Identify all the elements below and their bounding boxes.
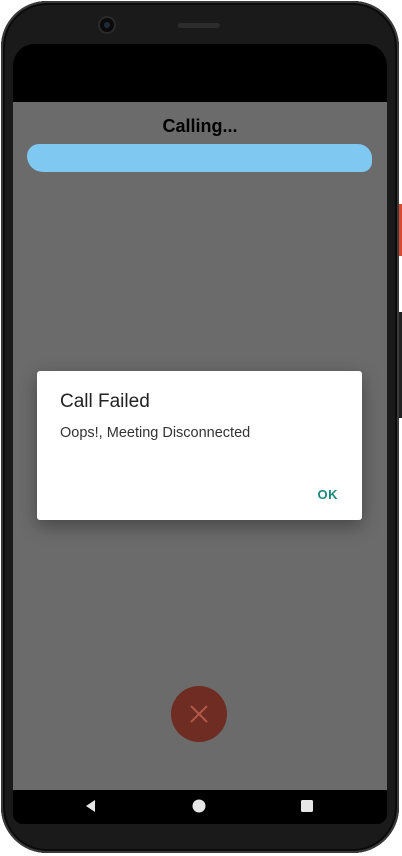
triangle-back-icon[interactable] [83,798,99,814]
navigation-bar [13,790,387,824]
dialog-message: Oops!, Meeting Disconnected [60,425,251,441]
redaction-overlay [27,144,372,172]
calling-status-title: Calling... [162,116,238,136]
call-screen: Calling... Call Failed Oops!, Meeting Di… [13,102,387,790]
earpiece-speaker [178,23,220,28]
close-icon [190,705,208,723]
circle-home-icon[interactable] [191,798,207,814]
end-call-button[interactable] [171,686,227,742]
ok-button[interactable]: OK [318,487,339,502]
call-failed-dialog: Call Failed Oops!, Meeting Disconnected … [37,371,362,520]
front-camera [100,18,114,32]
phone-screen: Calling... Call Failed Oops!, Meeting Di… [13,44,387,824]
dialog-title: Call Failed [60,391,150,412]
phone-frame: Calling... Call Failed Oops!, Meeting Di… [0,0,402,856]
status-bar [13,44,387,102]
square-recents-icon[interactable] [299,798,315,814]
